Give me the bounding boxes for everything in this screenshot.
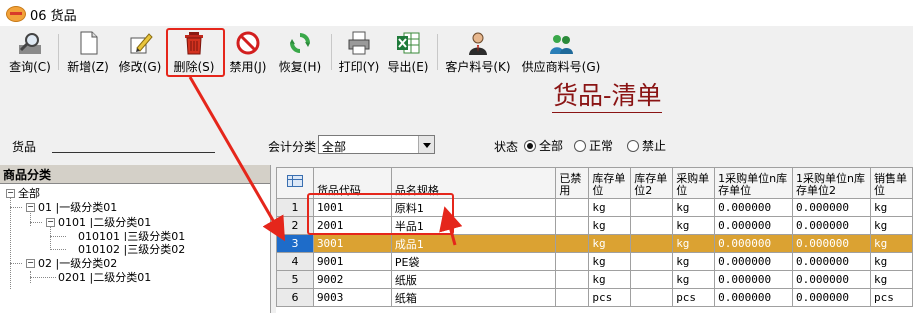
arrow-to-rows (439, 206, 463, 246)
annotation-arrows (188, 76, 463, 246)
arrow-to-selected-row (188, 76, 286, 242)
